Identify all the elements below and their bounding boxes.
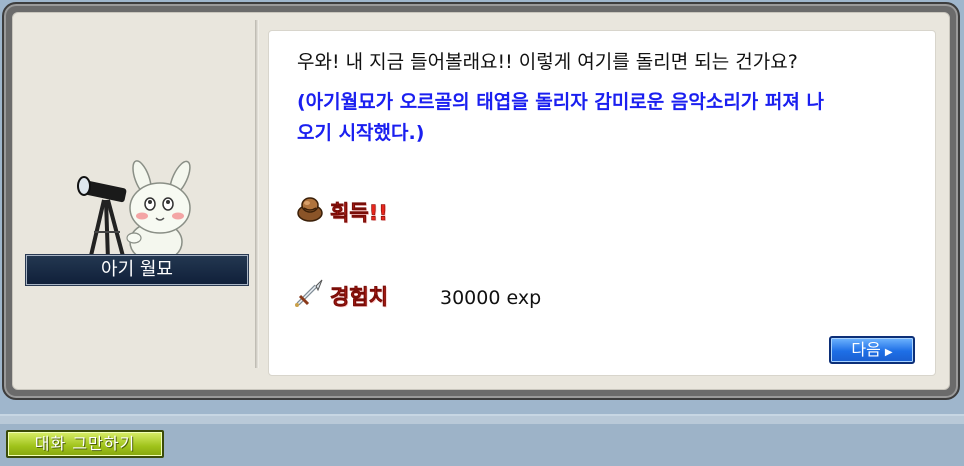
end-chat-button[interactable]: 대화 그만하기 [6,430,164,458]
npc-dialog-screen: 아기 월묘 우와! 내 지금 들어볼래요!! 이렇게 여기를 돌리면 되는 건가… [0,0,964,466]
sword-icon [295,279,323,307]
reward-exp-label: 경험치 [330,285,389,310]
next-button-label: 다음 [851,340,881,359]
dialogue-line-1: 우와! 내 지금 들어볼래요!! 이렇게 여기를 돌리면 되는 건가요? [297,51,798,73]
item-bag-icon [297,197,323,222]
dialogue-line-3: 오기 시작했다.) [297,122,425,144]
dialog-divider [255,20,259,368]
reward-item-label: 획득!! [330,201,388,226]
bottom-bar-band [0,416,964,424]
chevron-right-icon: ▶ [884,347,893,358]
bunny-with-telescope-icon [77,160,191,260]
reward-exp-value: 30000 exp [440,287,542,309]
npc-name-plate: 아기 월묘 [26,255,248,285]
dialogue-line-2: (아기월묘가 오르골의 태엽을 돌리자 감미로운 음악소리가 퍼져 나 [297,91,824,113]
next-button[interactable]: 다음 ▶ [829,336,915,364]
